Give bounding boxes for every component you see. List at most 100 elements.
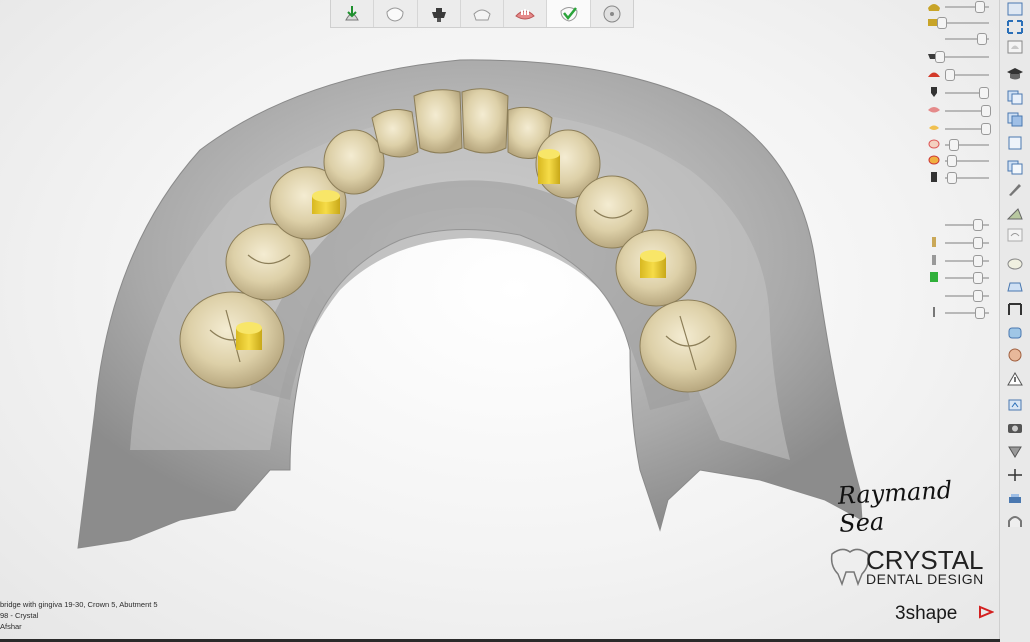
printer-button[interactable]	[1004, 490, 1026, 508]
slider-row[interactable]	[925, 271, 995, 285]
gingiva-button[interactable]	[1004, 254, 1026, 272]
gum-tooth-icon	[929, 125, 939, 130]
slider-row[interactable]	[925, 122, 995, 136]
abutment-icon	[1008, 327, 1022, 339]
slider-row[interactable]	[925, 306, 995, 320]
case-patient: Afshar	[0, 622, 22, 631]
abutment-dark-icon	[431, 7, 446, 22]
slider-row[interactable]	[925, 0, 995, 14]
sculpt-icon	[1006, 208, 1023, 220]
step-scan-button[interactable]	[331, 0, 375, 27]
warning-button[interactable]	[1004, 370, 1026, 388]
warning-icon	[1007, 372, 1023, 386]
view-top-button[interactable]	[1004, 0, 1026, 18]
visibility-slider-panel	[925, 0, 995, 330]
copy-icon	[1007, 90, 1023, 105]
disc-icon	[603, 5, 621, 22]
step-crown-button[interactable]	[461, 0, 505, 27]
bridge-button[interactable]	[1004, 276, 1026, 294]
bridge-icon	[1007, 282, 1023, 292]
abutment-button[interactable]	[1004, 324, 1026, 342]
pen-tool-icon	[1009, 184, 1021, 196]
tooth-white-icon	[386, 7, 404, 22]
tooth	[413, 89, 463, 154]
cross-section-icon	[1008, 399, 1022, 411]
screw-icon	[932, 237, 936, 247]
crown-measure-button[interactable]	[1004, 300, 1026, 318]
slider-row[interactable]	[925, 154, 995, 168]
step-design-button[interactable]	[547, 0, 591, 27]
duplicate-button[interactable]	[1004, 134, 1026, 152]
printer-icon	[1009, 494, 1021, 503]
tooth-grid-icon	[1007, 228, 1023, 242]
slider-row[interactable]	[925, 138, 995, 152]
crown-icon	[473, 9, 491, 20]
camera-button[interactable]	[1004, 418, 1026, 436]
gold-crown-icon	[928, 4, 940, 11]
vendor-triangle-icon	[979, 605, 994, 619]
slider-row[interactable]	[925, 104, 995, 118]
workflow-toolbar	[330, 0, 634, 28]
slider-row[interactable]	[925, 254, 995, 268]
duplicate-icon	[1008, 136, 1022, 150]
arch-icon	[1008, 516, 1022, 527]
step-tooth-button[interactable]	[374, 0, 418, 27]
layers-icon	[1007, 112, 1023, 127]
files-icon	[1007, 160, 1023, 175]
camera-icon	[1008, 424, 1022, 433]
step-export-button[interactable]	[591, 0, 633, 27]
pin-icon	[933, 307, 935, 317]
zoom-extents-button[interactable]	[1004, 18, 1026, 36]
graduation-cap-icon	[1007, 68, 1023, 80]
abutment	[236, 322, 262, 350]
tooth-grid-button[interactable]	[1004, 226, 1026, 244]
slider-row[interactable]	[925, 68, 995, 82]
axis-button[interactable]	[1004, 466, 1026, 484]
tooth-view-icon	[1007, 40, 1023, 54]
face-button[interactable]	[1004, 346, 1026, 364]
step-gingiva-button[interactable]	[504, 0, 548, 27]
slider-row[interactable]	[925, 16, 995, 30]
slider-row[interactable]	[925, 218, 995, 232]
copy-button[interactable]	[1004, 88, 1026, 106]
case-lab: 98 - Crystal	[0, 611, 39, 620]
abutment	[538, 149, 560, 184]
slider-row[interactable]	[925, 236, 995, 250]
vendor-logo-text: 3shape	[895, 603, 958, 624]
abutment	[312, 190, 340, 214]
slider-row[interactable]	[925, 50, 995, 64]
gingiva-icon	[1007, 258, 1023, 270]
slider-row[interactable]	[925, 32, 995, 46]
pen-tool-button[interactable]	[1004, 180, 1026, 198]
designer-signature: Raymand Sea	[837, 475, 953, 538]
view-top-icon	[1007, 2, 1023, 16]
step-abutment-button[interactable]	[418, 0, 461, 27]
case-description: bridge with gingiva 19-30, Crown 5, Abut…	[0, 600, 158, 609]
right-tool-column	[999, 0, 1030, 642]
zoom-extents-icon	[1007, 20, 1023, 34]
sculpt-button[interactable]	[1004, 204, 1026, 222]
layers-button[interactable]	[1004, 110, 1026, 128]
slider-row[interactable]	[925, 86, 995, 100]
orange-tooth-icon	[928, 139, 940, 149]
tooth	[323, 129, 385, 195]
upload-arrow-icon	[345, 5, 359, 20]
green-implant-icon	[930, 272, 938, 282]
slider-row[interactable]	[925, 171, 995, 185]
gingiva-pink-icon	[928, 107, 940, 113]
shield-icon	[1008, 446, 1022, 458]
shield-button[interactable]	[1004, 442, 1026, 460]
slider-row[interactable]	[925, 289, 995, 303]
red-crown-icon	[928, 72, 940, 77]
arch-button[interactable]	[1004, 512, 1026, 530]
crown-measure-icon	[1008, 303, 1022, 315]
case-info: bridge with gingiva 19-30, Crown 5, Abut…	[0, 599, 158, 632]
cross-section-button[interactable]	[1004, 396, 1026, 414]
tooth-view-button[interactable]	[1004, 38, 1026, 56]
pale-tooth-icon	[928, 155, 940, 165]
graduation-cap-button[interactable]	[1004, 65, 1026, 83]
files-button[interactable]	[1004, 158, 1026, 176]
tooth	[461, 88, 509, 154]
implant-dark-icon	[931, 87, 937, 97]
abutment	[640, 250, 666, 278]
